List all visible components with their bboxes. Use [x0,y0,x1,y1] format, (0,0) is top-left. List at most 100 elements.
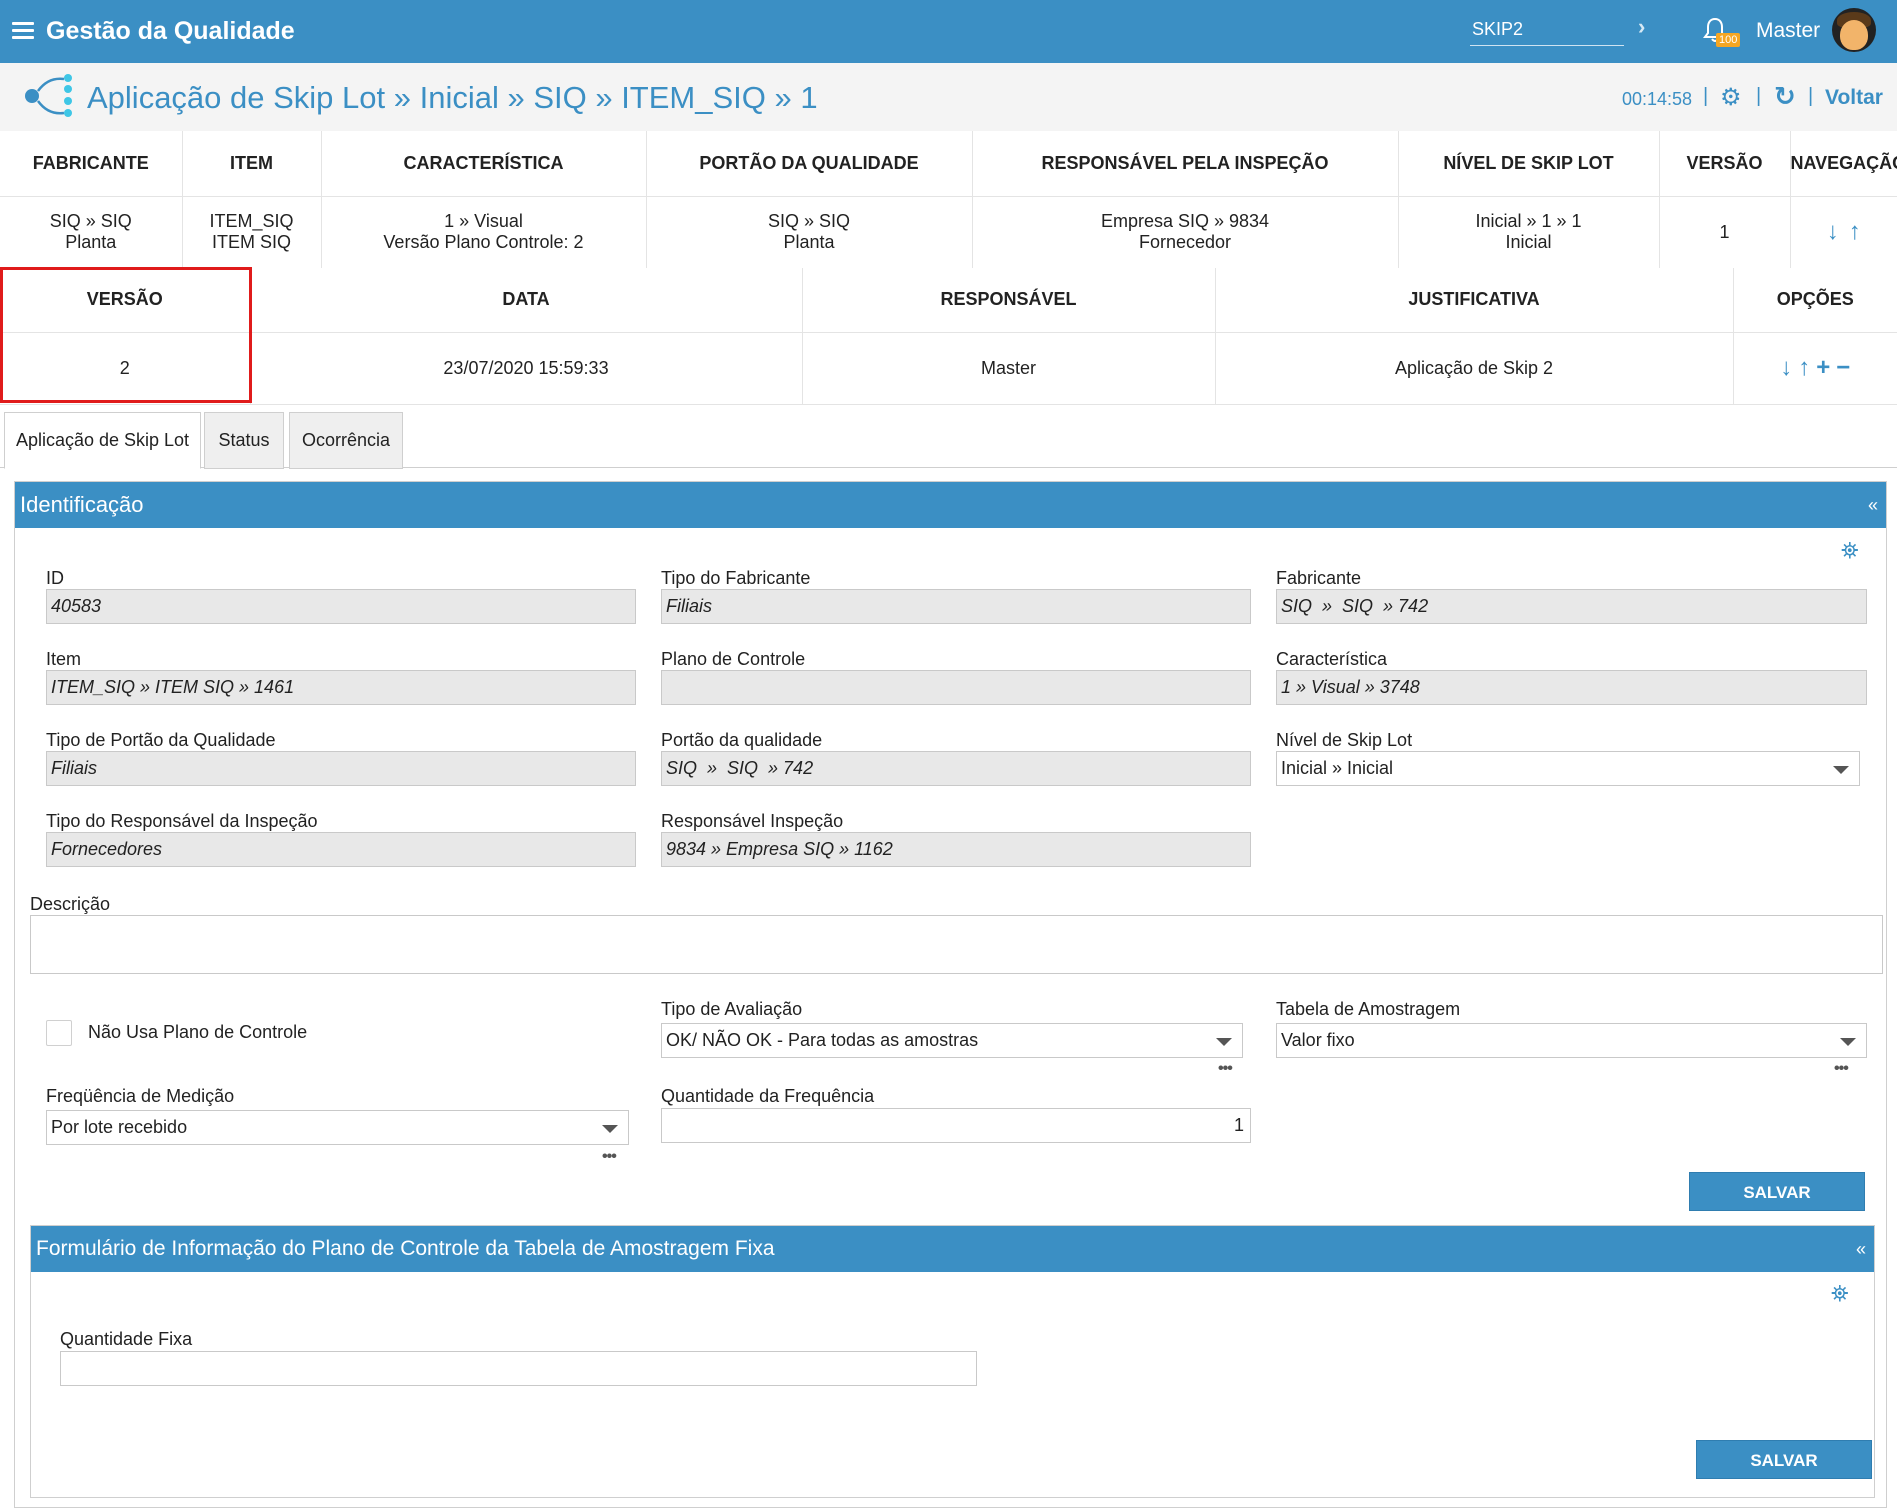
col-header-justificativa: JUSTIFICATIVA [1215,268,1734,333]
cell-nivel: Inicial » 1 » 1 Inicial [1398,196,1660,269]
frequencia-select[interactable]: Por lote recebido [46,1110,629,1145]
plus-icon[interactable]: + [1816,355,1830,379]
responsavel-field: 9834 » Empresa SIQ » 1162 [661,832,1251,867]
page-header: Aplicação de Skip Lot » Inicial » SIQ » … [0,63,1897,131]
id-field: 40583 [46,589,636,624]
refresh-icon[interactable]: ↻ [1774,81,1796,112]
cell-versao: 1 [1659,196,1791,269]
arrow-up-icon[interactable]: ↑ [1849,219,1861,243]
qtd-frequencia-input[interactable]: 1 [661,1108,1251,1143]
chevron-down-icon [1840,1038,1856,1046]
col-header-item: ITEM [182,131,322,197]
field-label: Característica [1276,649,1388,669]
field-label: Descrição [30,894,111,914]
col-header-portao: PORTÃO DA QUALIDADE [646,131,973,197]
tabela-amostragem-select[interactable]: Valor fixo [1276,1023,1867,1058]
more-options-icon[interactable]: ••• [1218,1060,1233,1078]
app-title: Gestão da Qualidade [46,17,295,45]
field-label: Item [46,649,82,669]
col-header-responsavel: RESPONSÁVEL PELA INSPEÇÃO [972,131,1399,197]
tipo-fabricante-field: Filiais [661,589,1251,624]
field-label: Portão da qualidade [661,730,823,750]
item-field: ITEM_SIQ » ITEM SIQ » 1461 [46,670,636,705]
col-header-fabricante: FABRICANTE [0,131,183,197]
field-label: Tabela de Amostragem [1276,999,1461,1019]
cell-navegacao: ↓ ↑ [1790,196,1897,269]
version-table: VERSÃO DATA RESPONSÁVEL JUSTIFICATIVA OP… [0,268,1897,405]
gear-icon[interactable]: ⚙ [1720,83,1742,112]
process-flow-icon [25,74,72,117]
avatar[interactable] [1832,8,1876,52]
field-label: Tipo do Fabricante [661,568,811,588]
arrow-down-icon[interactable]: ↓ [1827,219,1839,243]
select-value: Inicial » Inicial [1281,758,1394,778]
col-header-caracteristica: CARACTERÍSTICA [321,131,647,197]
table-row[interactable]: 2 23/07/2020 15:59:33 Master Aplicação d… [0,332,1897,405]
field-label: ID [46,568,64,588]
save-button[interactable]: SALVAR [1689,1172,1865,1211]
qtd-fixa-input[interactable] [60,1351,977,1386]
nivel-skip-select[interactable]: Inicial » Inicial [1276,751,1860,786]
collapse-icon[interactable]: « [1868,482,1878,528]
panel-header: Formulário de Informação do Plano de Con… [31,1226,1874,1272]
field-label: Tipo de Portão da Qualidade [46,730,276,750]
binoculars-icon[interactable]: ⛯ [1841,538,1859,564]
chevron-down-icon [1216,1038,1232,1046]
arrow-up-icon[interactable]: ↑ [1798,355,1810,379]
panel-header: Identificação « [15,482,1886,528]
select-value: OK/ NÃO OK - Para todas as amostras [666,1030,979,1050]
cell-justificativa: Aplicação de Skip 2 [1215,332,1734,405]
nao-usa-plano-checkbox[interactable] [46,1020,72,1046]
field-label: Nível de Skip Lot [1276,730,1413,750]
select-value: Por lote recebido [51,1117,188,1137]
formulario-panel: Formulário de Informação do Plano de Con… [30,1225,1875,1498]
col-header-responsavel: RESPONSÁVEL [802,268,1216,333]
tab-aplicacao-skip-lot[interactable]: Aplicação de Skip Lot [4,412,201,469]
tipo-portao-field: Filiais [46,751,636,786]
header-divider: | [1756,85,1762,107]
arrow-down-icon[interactable]: ↓ [1780,355,1792,379]
tipo-responsavel-field: Fornecedores [46,832,636,867]
save-button[interactable]: SALVAR [1696,1440,1872,1479]
panel-title: Formulário de Informação do Plano de Con… [36,1237,775,1260]
more-options-icon[interactable]: ••• [602,1148,617,1166]
plano-controle-field [661,670,1251,705]
menu-icon[interactable] [12,22,34,40]
binoculars-icon[interactable]: ⛯ [1831,1281,1849,1307]
cell-portao: SIQ » SIQ Planta [646,196,973,269]
select-value: Valor fixo [1281,1030,1355,1050]
descricao-textarea[interactable] [30,915,1883,974]
panel-title: Identificação [20,492,144,517]
header-divider: | [1703,85,1709,107]
top-bar: Gestão da Qualidade › 100 Master [0,0,1897,63]
checkbox-label: Não Usa Plano de Controle [88,1022,308,1042]
tab-status[interactable]: Status [204,412,284,469]
user-name[interactable]: Master [1756,19,1820,43]
cell-data: 23/07/2020 15:59:33 [250,332,803,405]
cell-responsavel: Empresa SIQ » 9834 Fornecedor [972,196,1399,269]
chevron-right-icon[interactable]: › [1638,14,1645,40]
field-label: Tipo do Responsável da Inspeção [46,811,318,831]
minus-icon[interactable]: − [1836,355,1850,379]
table-row: SIQ » SIQ Planta ITEM_SIQ ITEM SIQ 1 » Vis… [0,196,1897,269]
caracteristica-field: 1 » Visual » 3748 [1276,670,1867,705]
collapse-icon[interactable]: « [1856,1226,1866,1272]
more-options-icon[interactable]: ••• [1834,1060,1849,1078]
chevron-down-icon [602,1125,618,1133]
field-label: Quantidade Fixa [60,1329,193,1349]
tipo-avaliacao-select[interactable]: OK/ NÃO OK - Para todas as amostras [661,1023,1243,1058]
tab-ocorrencia[interactable]: Ocorrência [289,412,403,469]
notification-badge[interactable]: 100 [1716,33,1741,47]
field-label: Freqüência de Medição [46,1086,235,1106]
col-header-nivel: NÍVEL DE SKIP LOT [1398,131,1660,197]
session-timer: 00:14:58 [1622,89,1693,109]
fabricante-field: SIQ » SIQ » 742 [1276,589,1867,624]
col-header-data: DATA [250,268,803,333]
summary-table: FABRICANTE ITEM CARACTERÍSTICA PORTÃO DA… [0,131,1897,269]
cell-caracteristica: 1 » Visual Versão Plano Controle: 2 [321,196,647,269]
col-header-opcoes: OPÇÕES [1733,268,1897,333]
search-input[interactable] [1470,14,1624,46]
back-link[interactable]: Voltar [1825,86,1883,110]
breadcrumb: Aplicação de Skip Lot » Inicial » SIQ » … [87,80,818,115]
portao-field: SIQ » SIQ » 742 [661,751,1251,786]
